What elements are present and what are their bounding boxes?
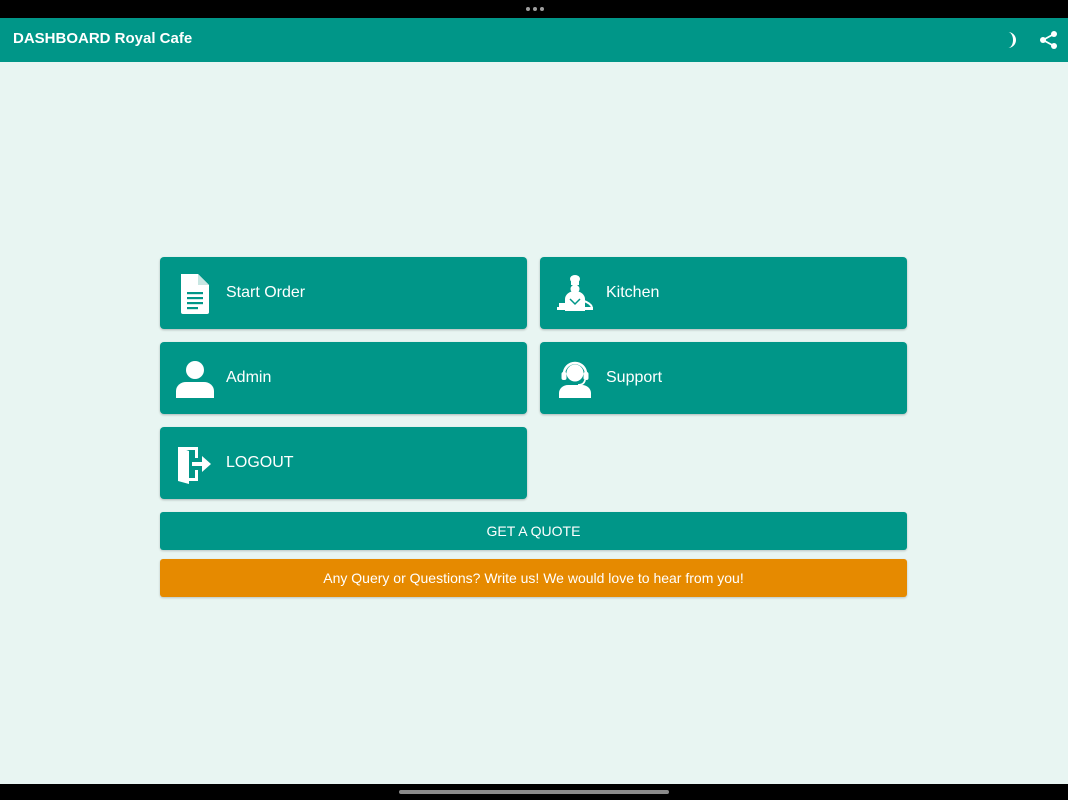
start-order-tile[interactable]: Start Order [160,257,527,329]
app-screen: DASHBOARD Royal Cafe Start Order Kitchen… [0,18,1068,784]
tile-label: Kitchen [606,284,660,301]
dark-mode-icon[interactable] [1002,30,1022,50]
document-icon [181,274,209,314]
chef-icon [557,275,593,311]
tile-label: Admin [226,369,272,386]
admin-tile[interactable]: Admin [160,342,527,414]
support-tile[interactable]: Support [540,342,907,414]
get-quote-button[interactable]: GET A QUOTE [160,512,907,550]
kitchen-tile[interactable]: Kitchen [540,257,907,329]
home-indicator-strip [0,784,1068,800]
contact-us-button[interactable]: Any Query or Questions? Write us! We wou… [160,559,907,597]
headset-icon [559,361,591,398]
tile-label: Start Order [226,284,306,301]
home-indicator[interactable] [399,790,669,794]
logout-tile[interactable]: LOGOUT [160,427,527,499]
tile-label: Support [606,369,663,386]
device-frame: DASHBOARD Royal Cafe Start Order Kitchen… [0,0,1068,800]
logout-icon [178,447,211,484]
status-strip [0,0,1068,18]
app-bar: DASHBOARD Royal Cafe [0,18,1068,62]
share-icon[interactable] [1039,30,1059,50]
multitask-dots[interactable] [526,7,544,11]
person-icon [176,361,214,398]
page-title: DASHBOARD Royal Cafe [13,30,193,47]
tile-label: LOGOUT [226,454,294,471]
